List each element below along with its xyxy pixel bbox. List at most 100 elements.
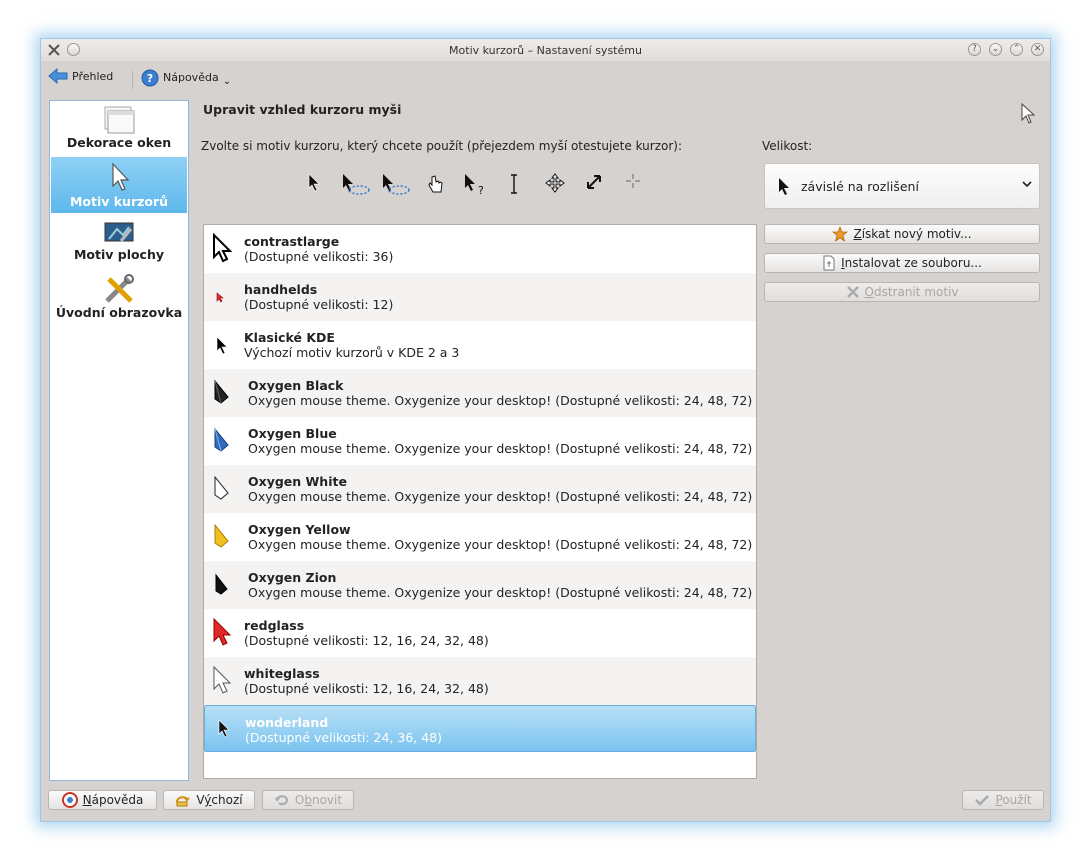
defaults-icon (176, 796, 191, 807)
get-new-mnemonic: Z (853, 227, 862, 241)
document-icon (823, 255, 835, 271)
sidebar-item-label: Úvodní obrazovka (55, 305, 183, 320)
install-from-file-button[interactable]: Instalovat ze souboru... (764, 253, 1040, 273)
list-item[interactable]: Klasické KDE Výchozí motiv kurzorů v KDE… (204, 321, 756, 369)
help-menu-button[interactable]: ? Nápověda ⌄ (141, 68, 231, 87)
theme-name: Oxygen White (248, 474, 347, 489)
theme-name: whiteglass (244, 666, 320, 681)
busy-cursor-icon (343, 174, 370, 195)
sidebar-item-cursor-theme[interactable]: Motiv kurzorů (51, 157, 187, 213)
sidebar-item-desktop-theme[interactable]: Motiv plochy (51, 219, 187, 269)
theme-description: Výchozí motiv kurzorů v KDE 2 a 3 (244, 345, 460, 360)
arrow-cursor-icon (308, 173, 320, 192)
text-cursor-icon (511, 174, 517, 194)
star-icon (832, 226, 849, 242)
working-cursor-icon (383, 174, 410, 195)
overview-button[interactable]: Přehled (48, 68, 113, 84)
get-new-theme-button[interactable]: Získat nový motiv... (764, 224, 1040, 244)
help-book-icon (61, 792, 78, 808)
svg-text:?: ? (478, 184, 484, 197)
theme-name: Oxygen Yellow (248, 522, 351, 537)
help-button[interactable]: Nápověda (48, 790, 157, 810)
theme-description: Oxygen mouse theme. Oxygenize your deskt… (248, 441, 753, 456)
maximize-button[interactable]: ⌃ (1010, 43, 1023, 56)
theme-description: (Dostupné velikosti: 12, 16, 24, 32, 48) (244, 633, 489, 648)
oxygen-black-cursor-icon (214, 379, 229, 404)
theme-description: Oxygen mouse theme. Oxygenize your deskt… (248, 489, 753, 504)
cursor-preview-area[interactable]: ? (303, 173, 643, 199)
toolbar-separator (132, 71, 133, 89)
reset-button[interactable]: Obnovit (262, 790, 354, 810)
settings-window: Motiv kurzorů – Nastavení systému ? ⌄ ⌃ … (40, 38, 1051, 822)
help-label: ápověda (91, 793, 144, 807)
help-mnemonic: N (82, 793, 92, 807)
handhelds-cursor-icon (216, 292, 224, 303)
crosshair-cursor-icon (626, 174, 640, 188)
remove-label: dstranit motiv (873, 285, 959, 299)
undo-icon (274, 795, 288, 805)
sidebar-item-label: Motiv kurzorů (69, 194, 169, 209)
theme-name: handhelds (244, 282, 318, 297)
oxygen-zion-cursor-icon (215, 573, 228, 595)
list-item[interactable]: redglass (Dostupné velikosti: 12, 16, 24… (204, 609, 756, 657)
theme-name: Oxygen Zion (248, 570, 337, 585)
apply-button[interactable]: Použít (962, 790, 1044, 810)
reset-label: novit (311, 793, 343, 807)
defaults-button[interactable]: Výchozí (163, 790, 255, 810)
chevron-down-icon: ⌄ (222, 76, 232, 87)
redglass-cursor-icon (213, 617, 232, 646)
theme-list[interactable]: contrastlarge (Dostupné velikosti: 36) h… (203, 224, 757, 779)
svg-text:?: ? (147, 72, 153, 85)
list-item[interactable]: Oxygen Black Oxygen mouse theme. Oxygeni… (204, 369, 756, 417)
desktop-theme-icon (104, 222, 134, 242)
sidebar: Dekorace oken Motiv kurzorů Motiv plochy… (49, 100, 189, 781)
remove-icon (846, 286, 859, 298)
sidebar-item-label: Motiv plochy (73, 247, 165, 262)
help-icon: ? (141, 69, 159, 86)
reset-mnemonic: b (304, 793, 312, 807)
reset-pre: O (294, 793, 305, 807)
contrastlarge-cursor-icon (213, 233, 233, 263)
resize-diagonal-cursor-icon (587, 175, 601, 189)
list-item[interactable]: Oxygen Zion Oxygen mouse theme. Oxygeniz… (204, 561, 756, 609)
sidebar-item-splash-screen[interactable]: Úvodní obrazovka (51, 273, 187, 339)
chevron-down-icon (1022, 181, 1032, 188)
list-item[interactable]: Oxygen White Oxygen mouse theme. Oxygeni… (204, 465, 756, 513)
oxygen-blue-cursor-icon (214, 427, 229, 452)
minimize-button[interactable]: ⌄ (989, 43, 1002, 56)
size-combobox[interactable]: závislé na rozlišení (764, 163, 1040, 209)
list-item[interactable]: Oxygen Yellow Oxygen mouse theme. Oxygen… (204, 513, 756, 561)
help-menu-label: Nápověda (163, 71, 219, 84)
theme-name: Oxygen Black (248, 378, 344, 393)
theme-name: Oxygen Blue (248, 426, 337, 441)
theme-description: (Dostupné velikosti: 24, 36, 48) (245, 730, 443, 745)
list-item[interactable]: handhelds (Dostupné velikosti: 12) (204, 273, 756, 321)
help-cursor-icon: ? (465, 174, 484, 197)
sidebar-item-window-decorations[interactable]: Dekorace oken (51, 105, 187, 157)
theme-description: Oxygen mouse theme. Oxygenize your deskt… (248, 537, 753, 552)
hand-cursor-icon (428, 175, 443, 193)
remove-theme-button[interactable]: Odstranit motiv (764, 282, 1040, 302)
sidebar-item-label: Dekorace oken (66, 135, 172, 150)
apply-label: oužít (1002, 793, 1032, 807)
help-window-button[interactable]: ? (968, 43, 981, 56)
remove-mnemonic: O (864, 285, 874, 299)
whiteglass-cursor-icon (213, 665, 232, 694)
list-item[interactable]: Oxygen Blue Oxygen mouse theme. Oxygeniz… (204, 417, 756, 465)
checkmark-icon (975, 795, 990, 806)
toolbar: Přehled ? Nápověda ⌄ (41, 63, 1050, 93)
theme-description: Oxygen mouse theme. Oxygenize your deskt… (248, 393, 753, 408)
list-item-selected[interactable]: wonderland (Dostupné velikosti: 24, 36, … (204, 705, 756, 752)
theme-name: redglass (244, 618, 305, 633)
close-button[interactable]: ✕ (1031, 43, 1044, 56)
oxygen-yellow-cursor-icon (214, 523, 229, 548)
size-value: závislé na rozlišení (801, 179, 919, 194)
install-label: nstalovat ze souboru... (844, 256, 982, 270)
theme-description: (Dostupné velikosti: 36) (244, 249, 394, 264)
list-item[interactable]: contrastlarge (Dostupné velikosti: 36) (204, 225, 756, 273)
defaults-label: chozí (211, 793, 243, 807)
classic-kde-cursor-icon (216, 336, 228, 355)
theme-name: wonderland (245, 715, 329, 730)
list-item[interactable]: whiteglass (Dostupné velikosti: 12, 16, … (204, 657, 756, 705)
cursor-icon (112, 162, 130, 191)
